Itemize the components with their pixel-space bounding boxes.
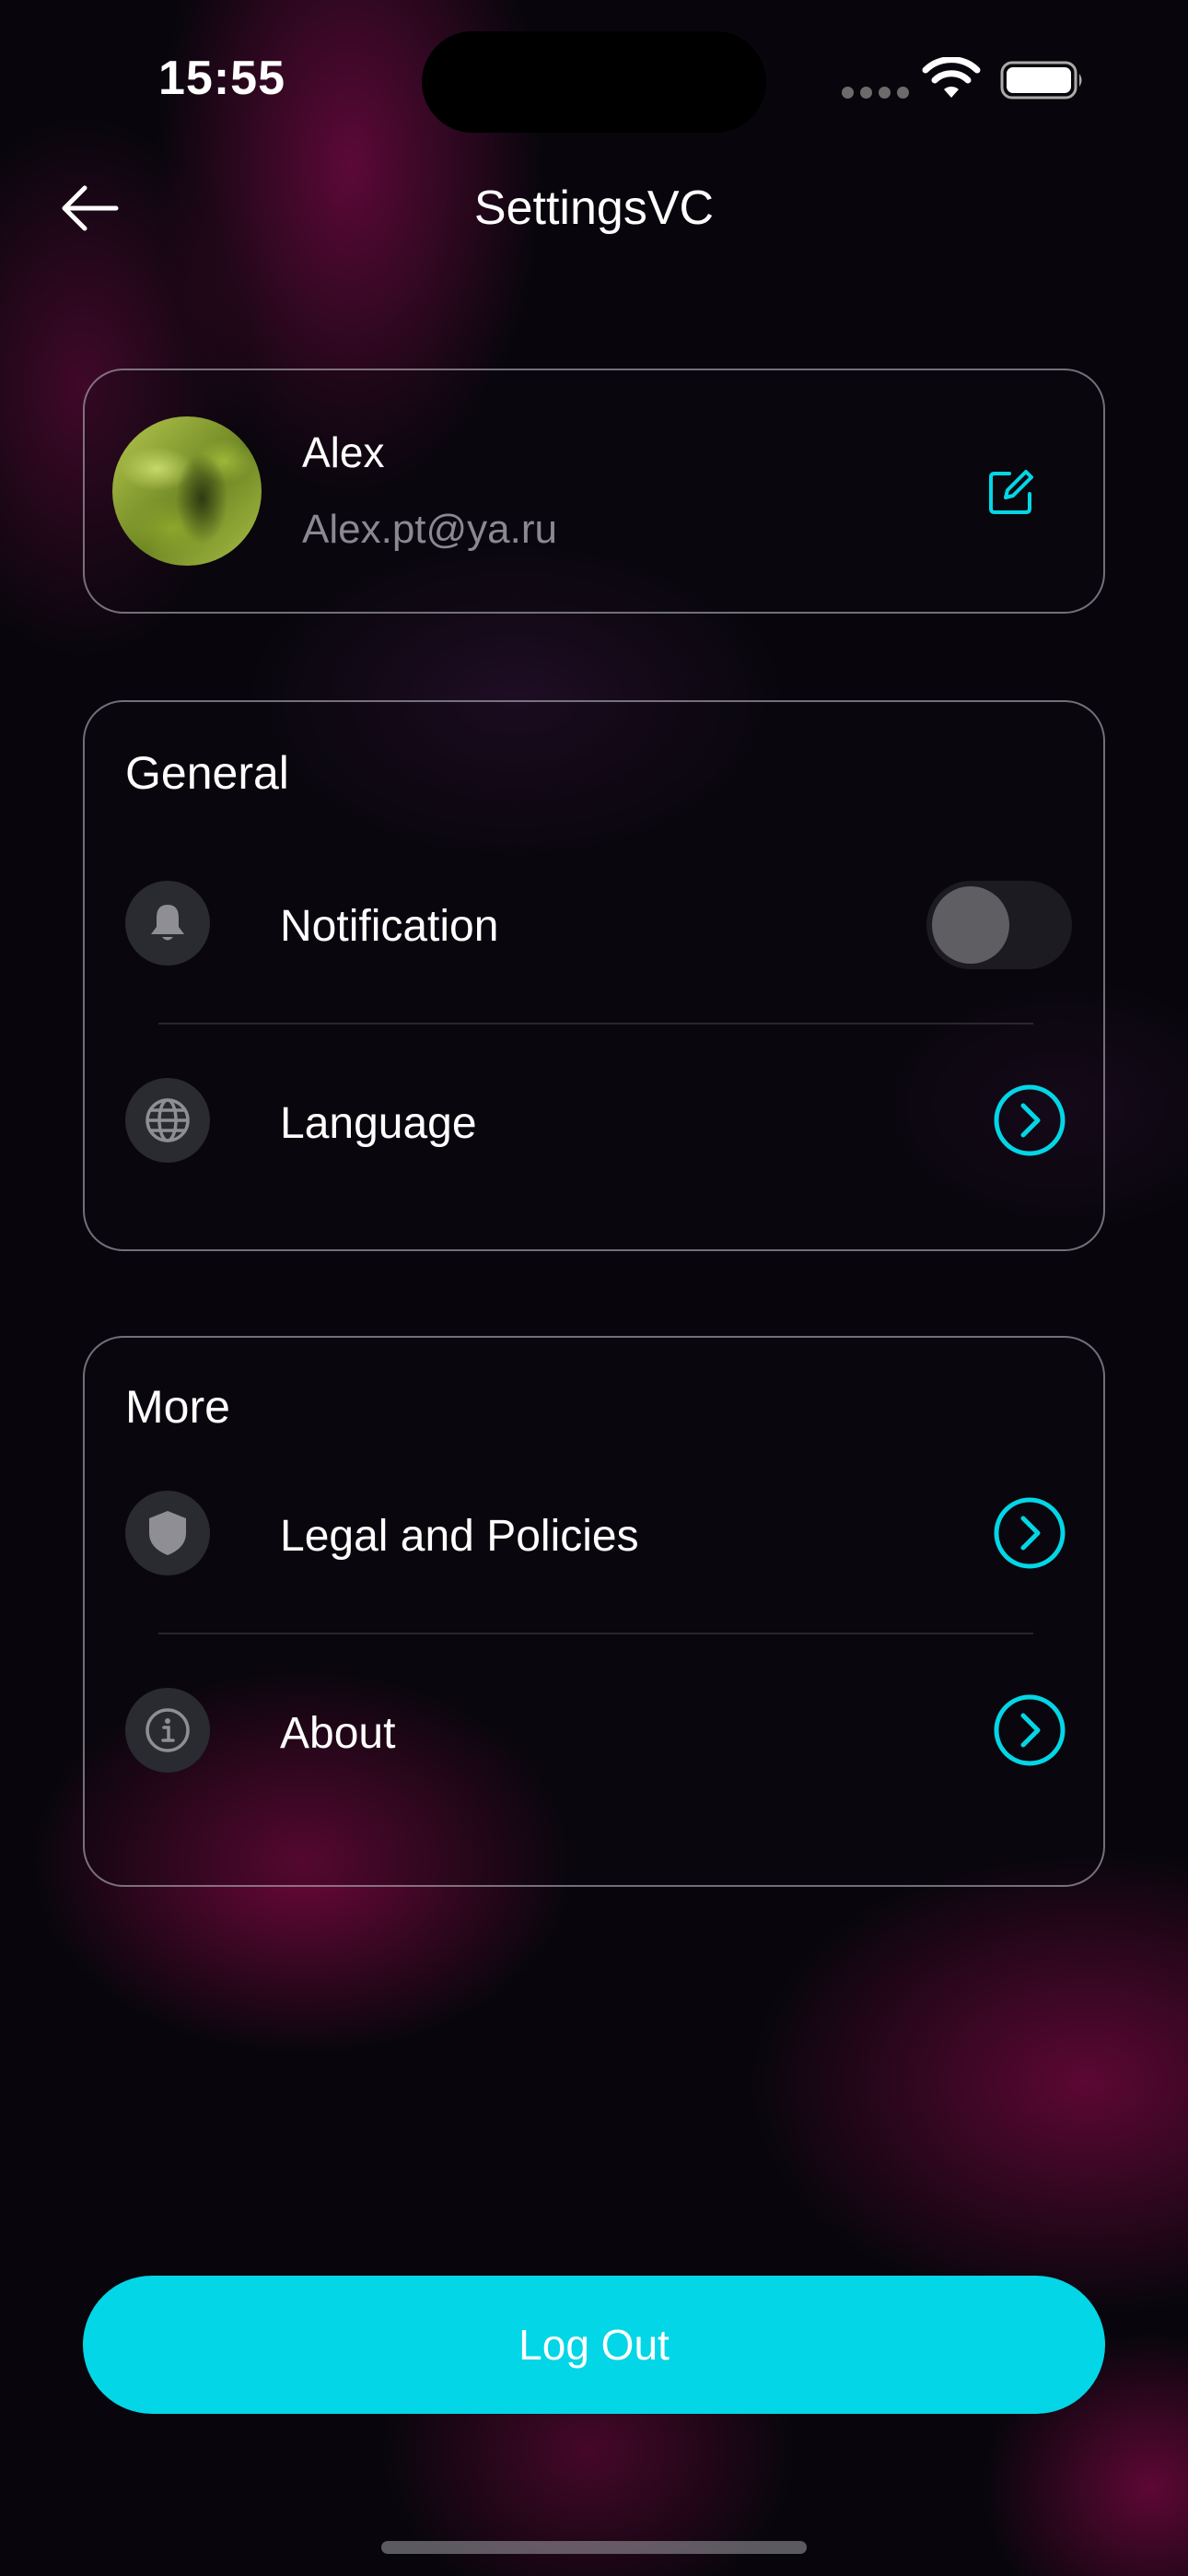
edit-icon <box>989 470 1033 514</box>
globe-icon <box>125 1078 210 1163</box>
notification-toggle[interactable] <box>926 881 1072 969</box>
toggle-knob <box>932 886 1009 964</box>
chevron-right-circle-icon <box>994 1694 1066 1766</box>
back-button[interactable] <box>57 181 122 236</box>
section-title-general: General <box>125 747 289 799</box>
about-label: About <box>280 1709 396 1758</box>
language-label: Language <box>280 1099 477 1148</box>
logout-button[interactable]: Log Out <box>83 2276 1105 2414</box>
divider <box>158 1023 1033 1025</box>
notification-row[interactable]: Notification <box>125 881 1072 969</box>
info-icon <box>125 1688 210 1773</box>
profile-card[interactable]: Alex Alex.pt@ya.ru <box>83 369 1105 614</box>
about-row[interactable]: About <box>125 1688 1066 1776</box>
section-title-more: More <box>125 1381 230 1433</box>
profile-email: Alex.pt@ya.ru <box>302 507 557 552</box>
battery-icon <box>1000 61 1082 100</box>
edit-profile-button[interactable] <box>985 466 1037 518</box>
general-section: General Notification Language <box>83 700 1105 1251</box>
cellular-signal-icon <box>842 87 909 99</box>
avatar <box>112 416 262 566</box>
divider <box>158 1633 1033 1634</box>
chevron-right-circle-icon <box>994 1084 1066 1156</box>
home-indicator[interactable] <box>381 2541 807 2554</box>
arrow-left-icon <box>62 185 119 231</box>
about-chevron-button[interactable] <box>993 1693 1066 1767</box>
shield-icon <box>125 1491 210 1575</box>
legal-label: Legal and Policies <box>280 1512 639 1561</box>
language-chevron-button[interactable] <box>993 1083 1066 1157</box>
notification-label: Notification <box>280 902 499 951</box>
legal-row[interactable]: Legal and Policies <box>125 1491 1066 1579</box>
language-row[interactable]: Language <box>125 1078 1066 1166</box>
legal-chevron-button[interactable] <box>993 1496 1066 1570</box>
status-time: 15:55 <box>158 52 285 105</box>
bell-icon <box>125 881 210 966</box>
chevron-right-circle-icon <box>994 1497 1066 1569</box>
wifi-icon <box>922 57 981 98</box>
dynamic-island <box>422 31 766 133</box>
profile-name: Alex <box>302 428 385 476</box>
more-section: More Legal and Policies About <box>83 1336 1105 1887</box>
